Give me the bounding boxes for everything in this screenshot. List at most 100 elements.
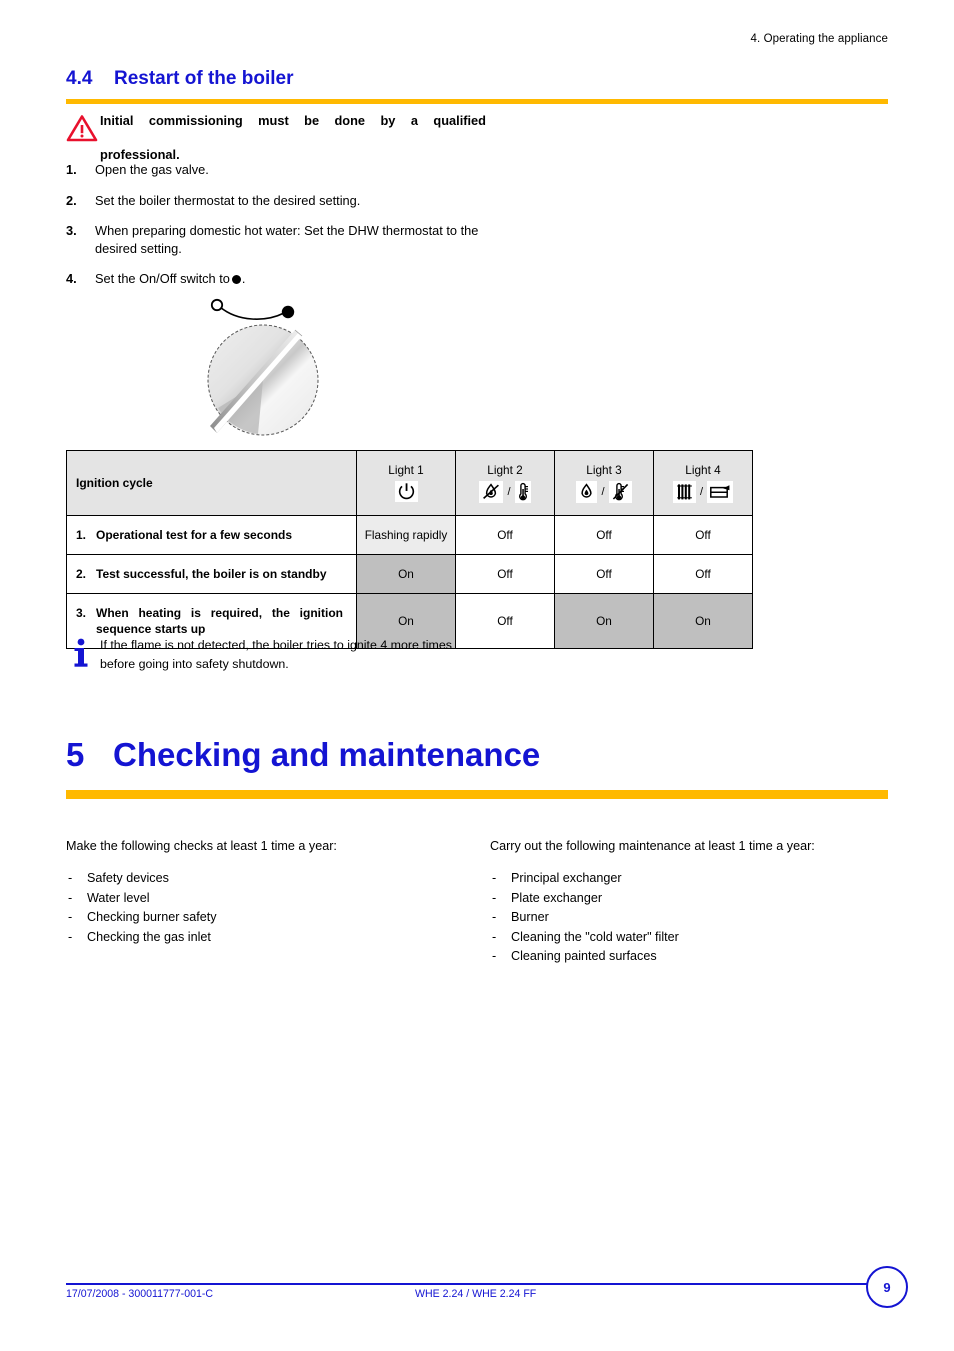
table-header-row: Ignition cycle Light 1 Light 2 / Light 3… bbox=[66, 450, 753, 516]
list-item-label: Checking burner safety bbox=[87, 910, 217, 924]
row-index: 1. bbox=[76, 528, 87, 542]
bullet-dash: - bbox=[68, 871, 73, 885]
light-2-label: Light 2 bbox=[487, 462, 523, 477]
bullet-dash: - bbox=[492, 929, 497, 944]
cell-light-1: Flashing rapidly bbox=[356, 515, 456, 555]
step-text: When preparing domestic hot water: Set t… bbox=[95, 223, 479, 256]
cell-light-2: Off bbox=[455, 515, 555, 555]
chapter-title: Checking and maintenance bbox=[113, 736, 541, 773]
bullet-dash: - bbox=[492, 871, 497, 885]
cell-light-4: Off bbox=[653, 515, 753, 555]
list-item-label: Cleaning painted surfaces bbox=[511, 949, 657, 963]
list-item-label: Checking the gas inlet bbox=[87, 929, 211, 944]
chapter-rule bbox=[66, 790, 888, 799]
step-text-suffix: . bbox=[241, 271, 246, 286]
column-header-light-3: Light 3 / bbox=[554, 450, 654, 516]
row-index: 3. bbox=[76, 606, 87, 620]
table-row: 1. Operational test for a few seconds Fla… bbox=[66, 515, 753, 555]
step-index: 1. bbox=[66, 162, 77, 177]
cell-light-4: Off bbox=[653, 554, 753, 594]
section-rule bbox=[66, 99, 888, 104]
list-item: - Principal exchanger bbox=[490, 869, 890, 889]
bullet-dash: - bbox=[492, 910, 497, 924]
list-item-label: Burner bbox=[511, 910, 549, 924]
bullet-dash: - bbox=[68, 890, 73, 905]
step-item: 4. Set the On/Off switch to. bbox=[66, 270, 486, 288]
flame-crossed-out-icon bbox=[479, 480, 504, 503]
bullet-dash: - bbox=[492, 949, 497, 963]
icon-separator: / bbox=[507, 485, 511, 498]
row-label: When heating is required, the ignition s… bbox=[96, 606, 343, 636]
thermometer-icon bbox=[514, 480, 531, 503]
cell-light-3: Off bbox=[554, 515, 654, 555]
light-3-label: Light 3 bbox=[586, 462, 622, 477]
cell-light-2: Off bbox=[455, 554, 555, 594]
step-item: 3. When preparing domestic hot water: Se… bbox=[66, 222, 486, 257]
list-item: - Plate exchanger bbox=[490, 889, 890, 909]
row-label: Operational test for a few seconds bbox=[96, 528, 293, 542]
cell-light-3: Off bbox=[554, 554, 654, 594]
footer-document-id: 17/07/2008 - 300011777-001-C bbox=[66, 1288, 214, 1300]
list-item: - Water level bbox=[66, 889, 466, 909]
light-4-label: Light 4 bbox=[685, 462, 721, 477]
step-index: 4. bbox=[66, 271, 77, 286]
list-item: - Checking the gas inlet bbox=[66, 928, 466, 948]
step-index: 3. bbox=[66, 223, 77, 238]
column-header-light-1: Light 1 bbox=[356, 450, 456, 516]
footer-model: WHE 2.24 / WHE 2.24 FF bbox=[415, 1288, 537, 1300]
table-corner-label: Ignition cycle bbox=[66, 450, 357, 516]
thermometer-crossed-out-icon bbox=[608, 480, 632, 503]
cell-light-3: On bbox=[554, 593, 654, 649]
power-icon bbox=[394, 481, 418, 502]
step-item: 1. Open the gas valve. bbox=[66, 161, 486, 179]
list-item-label: Plate exchanger bbox=[511, 890, 603, 905]
maintenance-intro: Carry out the following maintenance at l… bbox=[490, 839, 815, 853]
step-text: Set the boiler thermostat to the desired… bbox=[95, 192, 361, 208]
step-text: Open the gas valve. bbox=[95, 162, 209, 177]
section-heading: 4.4 Restart of the boiler bbox=[66, 68, 888, 90]
bullet-dash: - bbox=[68, 929, 73, 944]
row-index: 2. bbox=[76, 567, 87, 581]
footer-rule bbox=[66, 1283, 878, 1286]
page-number-badge: 9 bbox=[866, 1266, 908, 1308]
tap-faucet-icon bbox=[707, 480, 734, 503]
light-1-label: Light 1 bbox=[388, 462, 424, 477]
restart-steps-list: 1. Open the gas valve. 2. Set the boiler… bbox=[66, 161, 486, 301]
checks-column: Make the following checks at least 1 tim… bbox=[66, 838, 466, 947]
list-item: - Cleaning the "cold water" filter bbox=[490, 928, 890, 948]
checks-intro: Make the following checks at least 1 tim… bbox=[66, 839, 337, 853]
on-off-knob-illustration bbox=[196, 286, 356, 446]
warning-triangle-icon bbox=[66, 114, 98, 142]
section-title: Restart of the boiler bbox=[114, 68, 294, 89]
list-item: - Burner bbox=[490, 908, 890, 928]
list-item-label: Water level bbox=[87, 890, 150, 905]
running-header: 4. Operating the appliance bbox=[750, 33, 888, 45]
list-item-label: Cleaning the "cold water" filter bbox=[511, 929, 679, 944]
column-header-light-4: Light 4 / bbox=[653, 450, 753, 516]
warning-callout: Initial commissioning must be done by a … bbox=[66, 112, 486, 163]
column-header-light-2: Light 2 / bbox=[455, 450, 555, 516]
maintenance-list: - Principal exchanger - Plate exchanger … bbox=[490, 869, 890, 967]
flame-icon bbox=[576, 480, 598, 503]
radiator-icon bbox=[672, 480, 696, 503]
info-text: If the flame is not detected, the boiler… bbox=[100, 636, 536, 674]
list-item: - Checking burner safety bbox=[66, 908, 466, 928]
chapter-heading: 5 Checking and maintenance bbox=[66, 736, 888, 774]
step-index: 2. bbox=[66, 192, 77, 208]
table-row: 2. Test successful, the boiler is on stan… bbox=[66, 554, 753, 594]
ignition-cycle-table: Ignition cycle Light 1 Light 2 / Light 3… bbox=[66, 450, 753, 649]
warning-line-1: Initial commissioning must be done by a … bbox=[100, 113, 486, 128]
document-page: 4. Operating the appliance 4.4 Restart of… bbox=[0, 0, 954, 1351]
icon-separator: / bbox=[699, 485, 704, 498]
list-item-label: Principal exchanger bbox=[511, 871, 622, 885]
checks-list: - Safety devices - Water level - Checkin… bbox=[66, 869, 466, 947]
bullet-dash: - bbox=[492, 890, 497, 905]
info-line-1: If the flame is not detected, the boiler… bbox=[100, 638, 452, 652]
warning-text: Initial commissioning must be done by a … bbox=[100, 112, 486, 163]
step-text: Set the On/Off switch to bbox=[95, 271, 230, 286]
row-label-cell: 2. Test successful, the boiler is on stan… bbox=[66, 554, 357, 594]
list-item-label: Safety devices bbox=[87, 871, 169, 885]
bullet-dash: - bbox=[68, 910, 73, 924]
cell-light-4: On bbox=[653, 593, 753, 649]
list-item: - Safety devices bbox=[66, 869, 466, 889]
